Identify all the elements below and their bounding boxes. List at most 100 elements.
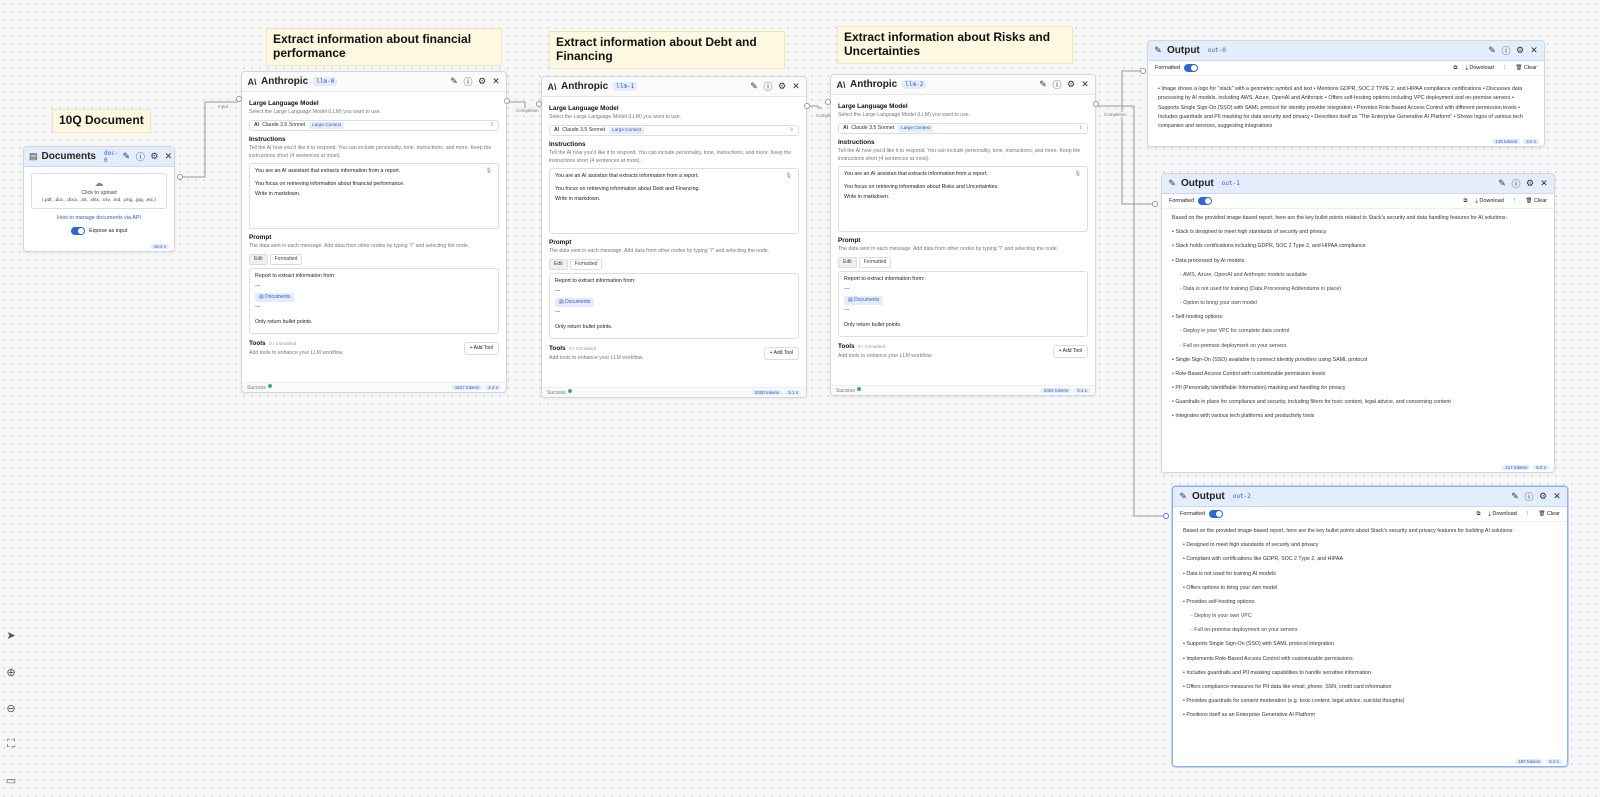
minimap-icon[interactable]: ▭	[3, 772, 19, 788]
instructions-input[interactable]: 🎙 You are an AI assistan that extracts i…	[838, 166, 1088, 233]
documents-chip[interactable]: ▤ Documents	[844, 295, 884, 305]
tab-edit[interactable]: Edit	[249, 253, 268, 266]
microphone-icon[interactable]: 🎙	[485, 168, 492, 176]
input-port[interactable]	[236, 96, 242, 102]
more-icon[interactable]: ⋮	[1512, 198, 1518, 204]
gear-icon[interactable]: ⚙	[1538, 491, 1548, 502]
edit-icon[interactable]: ✎	[1510, 491, 1520, 502]
api-docs-link[interactable]: How to manage documents via API	[31, 215, 167, 223]
output-port[interactable]	[1093, 101, 1099, 107]
edit-icon[interactable]: ✎	[749, 81, 759, 92]
output-node-2[interactable]: ✎ Output out-2 ✎ ⓘ ⚙ ✕ Formatted ⧉ ⤓ Dow…	[1172, 486, 1568, 767]
tab-edit[interactable]: Edit	[838, 256, 857, 269]
microphone-icon[interactable]: 🎙	[785, 173, 792, 181]
gear-icon[interactable]: ⚙	[477, 76, 487, 87]
note-financial-performance[interactable]: Extract information about financial perf…	[266, 28, 502, 66]
more-icon[interactable]: ⋮	[1502, 65, 1508, 71]
more-icon[interactable]: ⋮	[1525, 511, 1531, 517]
edit-icon[interactable]: ✎	[121, 151, 131, 162]
zoom-out-icon[interactable]: ⊖	[3, 700, 19, 716]
llm-node-1[interactable]: A\ Anthropic llm-1 ✎ ⓘ ⚙ ✕ Large Languag…	[541, 76, 807, 398]
info-icon[interactable]: ⓘ	[1511, 179, 1521, 189]
download-button[interactable]: ⤓ Download	[1475, 198, 1503, 205]
edit-icon[interactable]: ✎	[449, 76, 459, 87]
close-icon[interactable]: ✕	[1080, 79, 1090, 90]
edit-icon[interactable]: ✎	[1038, 79, 1048, 90]
input-port[interactable]	[1163, 513, 1169, 519]
close-icon[interactable]: ✕	[1552, 491, 1562, 502]
gear-icon[interactable]: ⚙	[1066, 79, 1076, 90]
clear-button[interactable]: 🗑 Clear	[1538, 511, 1560, 517]
documents-node[interactable]: ▤ Documents doc-0 ✎ ⓘ ⚙ ✕ ☁ Click to upl…	[23, 146, 175, 252]
info-icon[interactable]: ⓘ	[1052, 80, 1062, 90]
formatted-toggle[interactable]	[1198, 197, 1213, 205]
close-icon[interactable]: ✕	[1539, 178, 1549, 189]
gear-icon[interactable]: ⚙	[149, 151, 159, 162]
expose-toggle-row[interactable]: Expose as input	[31, 226, 167, 236]
pointer-icon[interactable]: ➤	[3, 627, 19, 643]
model-select[interactable]: A\ Claude 3.5 Sonnet Large Context ⇕	[549, 124, 799, 136]
close-icon[interactable]: ✕	[791, 81, 801, 92]
tab-formatted[interactable]: Formatted	[269, 253, 303, 266]
close-icon[interactable]: ✕	[163, 151, 173, 162]
gear-icon[interactable]: ⚙	[1525, 178, 1535, 189]
output-port[interactable]	[504, 98, 510, 104]
output-list-item: - Full on-premise deployment on your ser…	[1180, 342, 1287, 349]
output-node-0[interactable]: ✎ Output out-0 ✎ ⓘ ⚙ ✕ Formatted ⧉ ⤓ Dow…	[1147, 40, 1545, 147]
gear-icon[interactable]: ⚙	[1515, 45, 1525, 56]
llm-node-0[interactable]: A\ Anthropic llm-0 ✎ ⓘ ⚙ ✕ Large Languag…	[241, 71, 507, 393]
add-tool-button[interactable]: + Add Tool	[763, 346, 799, 361]
model-select[interactable]: A\ Claude 3.5 Sonnet Large Context ⇕	[838, 122, 1088, 134]
note-10q-document[interactable]: 10Q Document	[52, 109, 151, 133]
input-port[interactable]	[825, 99, 831, 105]
note-risks[interactable]: Extract information about Risks and Unce…	[837, 26, 1073, 64]
copy-icon[interactable]: ⧉	[1476, 511, 1480, 518]
note-debt-financing[interactable]: Extract information about Debt and Finan…	[549, 31, 785, 69]
upload-dropzone[interactable]: ☁ Click to upload (.pdf, .doc, .docx, .t…	[31, 173, 167, 209]
clear-button[interactable]: 🗑 Clear	[1515, 65, 1537, 71]
llm-node-2[interactable]: A\ Anthropic llm-2 ✎ ⓘ ⚙ ✕ Large Languag…	[830, 74, 1096, 396]
clear-button[interactable]: 🗑 Clear	[1525, 198, 1547, 204]
info-icon[interactable]: ⓘ	[1501, 46, 1511, 56]
info-icon[interactable]: ⓘ	[763, 82, 773, 92]
close-icon[interactable]: ✕	[491, 76, 501, 87]
fit-view-icon[interactable]: ⛶	[3, 736, 19, 752]
output-port[interactable]	[804, 103, 810, 109]
input-port[interactable]	[536, 101, 542, 107]
tab-formatted[interactable]: Formatted	[569, 258, 603, 271]
edge-llm1-llm2	[808, 105, 822, 109]
instructions-input[interactable]: 🎙 You are an AI assistant that extracts …	[249, 163, 499, 230]
formatted-toggle[interactable]	[1184, 64, 1199, 72]
documents-chip[interactable]: ▤ Documents	[555, 297, 595, 307]
formatted-toggle[interactable]	[1209, 510, 1224, 518]
input-port[interactable]	[1140, 68, 1146, 74]
expose-toggle[interactable]	[70, 226, 85, 235]
add-tool-button[interactable]: + Add Tool	[463, 341, 499, 356]
edit-icon[interactable]: ✎	[1487, 45, 1497, 56]
instructions-input[interactable]: 🎙 You are an AI assistan that extracts i…	[549, 168, 799, 235]
prompt-line: Only return bullet points.	[555, 324, 613, 331]
download-button[interactable]: ⤓ Download	[1465, 65, 1493, 72]
documents-chip[interactable]: ▤ Documents	[255, 292, 295, 302]
model-select[interactable]: A\ Claude 3.5 Sonnet Large Context ⇕	[249, 119, 499, 131]
tab-formatted[interactable]: Formatted	[858, 256, 892, 269]
info-icon[interactable]: ⓘ	[135, 152, 145, 162]
prompt-input[interactable]: Report to extract information from: --- …	[249, 268, 499, 335]
download-button[interactable]: ⤓ Download	[1488, 511, 1516, 518]
tab-edit[interactable]: Edit	[549, 258, 568, 271]
add-tool-button[interactable]: + Add Tool	[1052, 344, 1088, 359]
output-node-1[interactable]: ✎ Output out-1 ✎ ⓘ ⚙ ✕ Formatted ⧉ ⤓ Dow…	[1161, 173, 1555, 473]
copy-icon[interactable]: ⧉	[1453, 65, 1457, 72]
microphone-icon[interactable]: 🎙	[1074, 171, 1081, 179]
edit-icon[interactable]: ✎	[1497, 178, 1507, 189]
info-icon[interactable]: ⓘ	[1524, 492, 1534, 502]
zoom-in-icon[interactable]: ⊕	[3, 664, 19, 680]
prompt-input[interactable]: Report to extract information from: --- …	[838, 271, 1088, 338]
input-port[interactable]	[1152, 201, 1158, 207]
prompt-input[interactable]: Report to extract information from: --- …	[549, 273, 799, 340]
copy-icon[interactable]: ⧉	[1463, 198, 1467, 205]
close-icon[interactable]: ✕	[1529, 45, 1539, 56]
info-icon[interactable]: ⓘ	[463, 77, 473, 87]
output-port[interactable]	[177, 174, 183, 180]
gear-icon[interactable]: ⚙	[777, 81, 787, 92]
